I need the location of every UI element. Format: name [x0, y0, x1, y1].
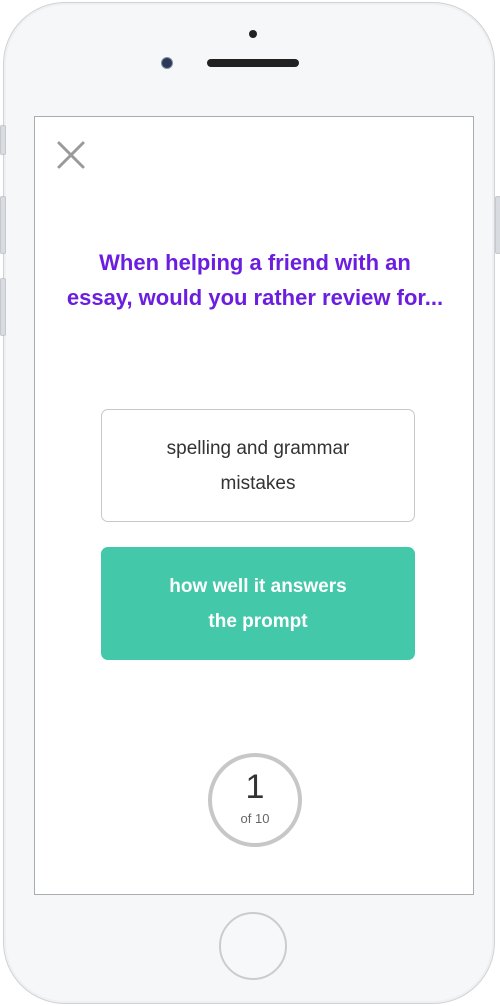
close-icon — [57, 141, 85, 169]
mute-switch[interactable] — [0, 125, 6, 155]
answer-option-label: spelling and grammar mistakes — [166, 437, 350, 494]
close-button[interactable] — [55, 139, 87, 171]
progress-current: 1 — [245, 768, 265, 806]
answer-option-label: how well it answers the prompt — [169, 575, 347, 632]
power-button[interactable] — [495, 196, 500, 254]
volume-down-button[interactable] — [0, 278, 6, 336]
front-sensor — [249, 30, 257, 38]
volume-up-button[interactable] — [0, 196, 6, 254]
earpiece-speaker — [207, 59, 299, 67]
answer-option-grammar[interactable]: spelling and grammar mistakes — [101, 409, 415, 522]
progress-total: of 10 — [240, 811, 270, 826]
answer-option-prompt[interactable]: how well it answers the prompt — [101, 547, 415, 660]
front-camera — [161, 57, 173, 69]
question-progress: 1 of 10 — [208, 753, 302, 847]
app-screen: When helping a friend with an essay, wou… — [34, 116, 474, 895]
home-button[interactable] — [219, 912, 287, 980]
phone-frame: When helping a friend with an essay, wou… — [3, 2, 495, 1004]
question-text: When helping a friend with an essay, wou… — [66, 250, 444, 310]
